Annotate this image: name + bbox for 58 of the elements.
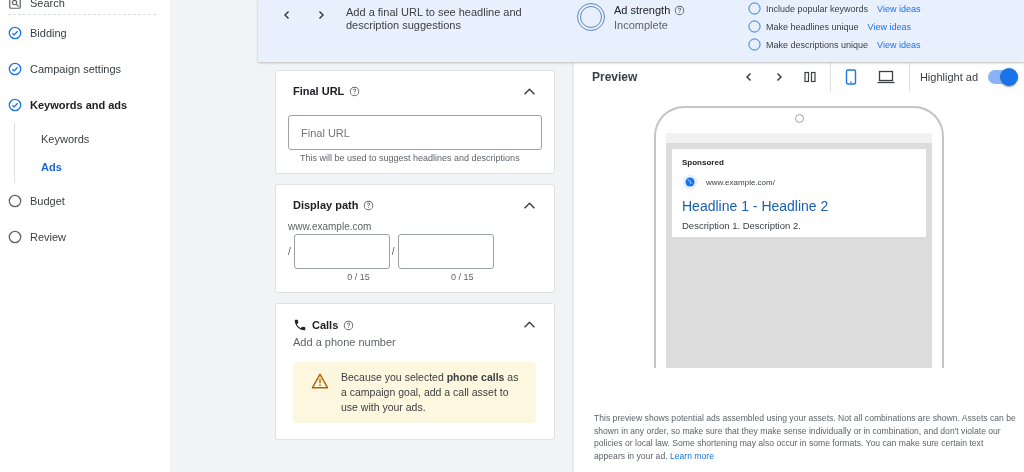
strength-ring-icon: [576, 2, 606, 32]
card-title: Calls: [312, 319, 339, 331]
help-icon[interactable]: [363, 199, 375, 211]
learn-more-link[interactable]: Learn more: [669, 450, 714, 461]
globe-icon: [682, 174, 698, 190]
domain-text: www.example.com: [288, 221, 373, 232]
view-ideas-link[interactable]: View ideas: [867, 21, 911, 32]
card-title: Final URL: [293, 85, 345, 97]
chevron-right-icon[interactable]: [316, 10, 326, 20]
path-separator: /: [391, 246, 395, 257]
sponsored-label: Sponsored: [682, 158, 725, 167]
preview-title: Preview: [592, 70, 638, 84]
sidebar-item[interactable]: Search: [8, 0, 156, 12]
warning-icon: [311, 373, 329, 389]
sidebar-item[interactable]: Budget: [8, 183, 156, 219]
help-icon[interactable]: [343, 319, 355, 331]
collapse-icon[interactable]: [523, 201, 536, 210]
chevron-left-icon[interactable]: [282, 10, 292, 20]
tip-label: Include popular keywords: [766, 3, 869, 14]
highlight-label: Highlight ad: [919, 71, 978, 83]
character-counter: 0 / 15: [347, 272, 370, 282]
card-title: Display path: [293, 199, 359, 211]
final-url-field[interactable]: Final URL: [288, 115, 542, 150]
help-icon[interactable]: [349, 85, 361, 97]
sidebar-item[interactable]: Campaign settings: [8, 51, 156, 87]
view-ideas-link[interactable]: View ideas: [877, 39, 921, 50]
path-separator: /: [288, 246, 291, 257]
ad-description: Description 1. Description 2.: [682, 220, 802, 231]
sidebar-subitem[interactable]: Keywords: [15, 125, 156, 153]
chevron-left-icon[interactable]: [743, 72, 754, 82]
card-subtitle: Add a phone number: [293, 336, 396, 348]
sidebar-item[interactable]: Keywords and ads: [8, 87, 156, 123]
field-hint: This will be used to suggest headlines and descriptions: [300, 153, 521, 163]
character-counter: 0 / 15: [451, 272, 474, 282]
warning-message: Because you selected phone calls as a campaign goal, add a call asset to use with your ads.: [341, 370, 520, 415]
ad-strength-status: Incomplete: [614, 19, 669, 31]
ad-url: www.example.com/: [706, 177, 775, 187]
laptop-icon[interactable]: [876, 70, 895, 84]
tip-label: Make headlines unique: [766, 21, 859, 32]
sidebar-subitem[interactable]: Ads: [15, 153, 156, 181]
ad-headline[interactable]: Headline 1 - Headline 2: [682, 198, 916, 214]
phone-icon: [293, 318, 307, 332]
path-field[interactable]: [293, 234, 390, 269]
sidebar-item[interactable]: Bidding: [8, 15, 156, 51]
collapse-icon[interactable]: [523, 320, 536, 329]
help-icon[interactable]: [674, 4, 686, 16]
search-icon: [8, 0, 22, 10]
mobile-icon[interactable]: [844, 69, 857, 85]
tip-label: Make descriptions unique: [766, 39, 869, 50]
view-ideas-link[interactable]: View ideas: [877, 3, 921, 14]
collapse-icon[interactable]: [523, 87, 536, 96]
highlight-toggle[interactable]: [988, 70, 1016, 84]
suggestion-message: Add a final URL to see headline and description suggestions: [346, 6, 523, 32]
path-field[interactable]: [397, 234, 494, 269]
ad-strength-title: Ad strength: [614, 4, 671, 16]
sidebar-item[interactable]: Review: [8, 219, 156, 255]
columns-icon[interactable]: [803, 71, 816, 83]
preview-disclaimer: This preview shows potential ads assembled using your assets. Not all combinations are shown. Assets can be shown in any order, so make sure that they make sense individually or in combination, and don't violate our policies or local law. Some shortening may also occur in some formats. You can make sure certain text appears in your ad. Learn more: [594, 412, 1016, 462]
